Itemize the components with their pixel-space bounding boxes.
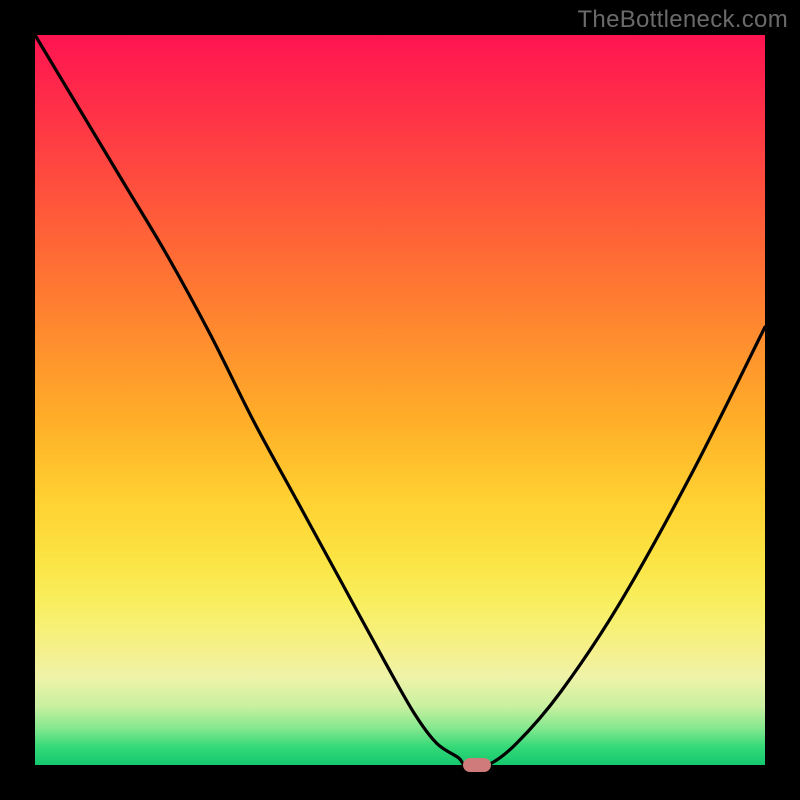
plot-area xyxy=(35,35,765,765)
chart-frame: TheBottleneck.com xyxy=(0,0,800,800)
watermark-text: TheBottleneck.com xyxy=(577,6,788,34)
bottleneck-curve xyxy=(35,35,765,765)
optimal-marker xyxy=(463,758,491,772)
